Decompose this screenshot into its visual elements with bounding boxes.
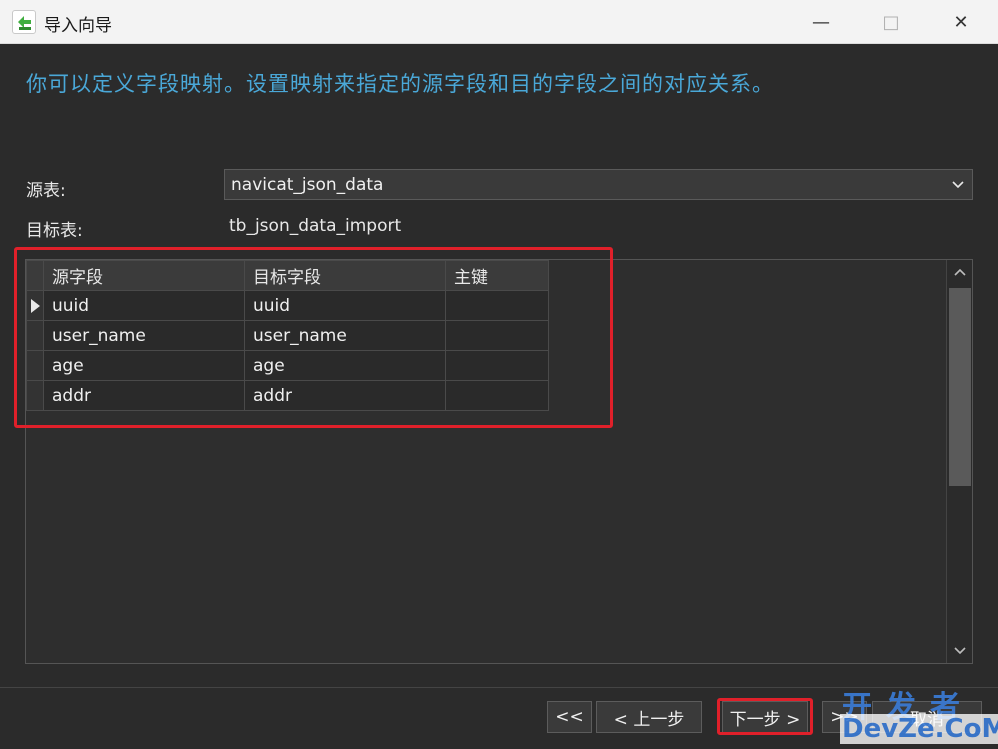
primary-key-cell[interactable] <box>445 290 549 321</box>
column-header-primary-key[interactable]: 主键 <box>445 260 549 291</box>
target-field-cell[interactable]: age <box>244 350 446 381</box>
source-field-cell[interactable]: age <box>43 350 245 381</box>
table-row[interactable]: addr addr <box>26 380 549 411</box>
import-wizard-icon <box>12 10 36 34</box>
table-row[interactable]: user_name user_name <box>26 320 549 351</box>
target-field-cell[interactable]: user_name <box>244 320 446 351</box>
source-field-cell[interactable]: uuid <box>43 290 245 321</box>
table-row[interactable]: uuid uuid <box>26 290 549 321</box>
scroll-up-icon[interactable] <box>952 265 968 281</box>
title-bar: 导入向导 — □ ✕ <box>0 0 998 44</box>
close-button[interactable]: ✕ <box>926 0 996 44</box>
window-title: 导入向导 <box>44 16 112 36</box>
source-table-label: 源表: <box>26 181 66 201</box>
minimize-button[interactable]: — <box>786 0 856 44</box>
vertical-scrollbar[interactable] <box>946 260 972 663</box>
target-field-cell[interactable]: addr <box>244 380 446 411</box>
column-header-target-field[interactable]: 目标字段 <box>244 260 446 291</box>
first-step-button[interactable]: << <box>547 701 592 733</box>
mapping-table: 源字段 目标字段 主键 uuid uuid user_name user_nam… <box>26 260 549 411</box>
primary-key-cell[interactable] <box>445 350 549 381</box>
column-header-source-field[interactable]: 源字段 <box>43 260 245 291</box>
next-step-button[interactable]: 下一步 > <box>722 701 808 733</box>
source-field-cell[interactable]: user_name <box>43 320 245 351</box>
source-field-cell[interactable]: addr <box>43 380 245 411</box>
last-step-button[interactable]: >> <box>822 701 867 733</box>
source-table-value: navicat_json_data <box>231 174 384 195</box>
row-indicator <box>26 320 44 351</box>
maximize-button[interactable]: □ <box>856 0 926 44</box>
primary-key-cell[interactable] <box>445 320 549 351</box>
source-table-select[interactable]: navicat_json_data <box>224 169 973 200</box>
header-row: 源字段 目标字段 主键 <box>26 260 549 291</box>
target-table-value: tb_json_data_import <box>229 216 402 236</box>
target-table-label: 目标表: <box>26 221 83 241</box>
target-field-cell[interactable]: uuid <box>244 290 446 321</box>
previous-step-button[interactable]: < 上一步 <box>596 701 702 733</box>
row-indicator <box>26 290 44 321</box>
scrollbar-thumb[interactable] <box>949 288 971 486</box>
primary-key-cell[interactable] <box>445 380 549 411</box>
chevron-down-icon <box>952 181 964 189</box>
field-mapping-grid: 源字段 目标字段 主键 uuid uuid user_name user_nam… <box>25 259 973 664</box>
row-indicator <box>26 380 44 411</box>
scroll-down-icon[interactable] <box>952 642 968 658</box>
row-header-corner <box>26 260 44 291</box>
table-row[interactable]: age age <box>26 350 549 381</box>
current-row-arrow-icon <box>31 298 40 313</box>
cancel-button[interactable]: 取消 <box>872 701 982 733</box>
row-indicator <box>26 350 44 381</box>
step-description: 你可以定义字段映射。设置映射来指定的源字段和目的字段之间的对应关系。 <box>26 72 774 96</box>
